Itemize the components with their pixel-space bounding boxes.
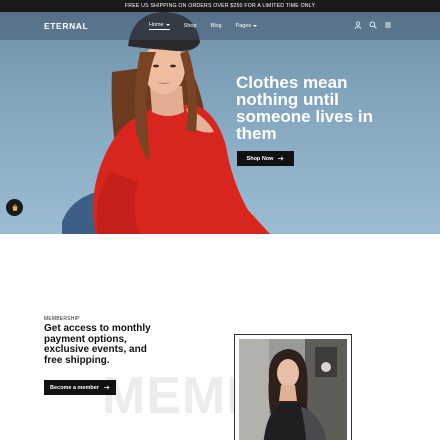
hero-headline: Clothes mean nothing until someone lives… xyxy=(236,73,373,143)
cart-button[interactable] xyxy=(6,199,23,216)
user-icon[interactable] xyxy=(354,21,362,29)
arrow-right-icon xyxy=(278,156,284,161)
hero-banner: ETERNAL Home Shop Blog Pages Clothes mea… xyxy=(0,12,440,234)
search-icon[interactable] xyxy=(369,21,377,29)
arrow-right-icon xyxy=(103,385,110,390)
membership-label: MEMBERSHIP xyxy=(44,316,80,322)
nav-item-shop[interactable]: Shop xyxy=(184,22,197,30)
menu-icon[interactable] xyxy=(384,21,392,29)
become-member-button[interactable]: Become a member xyxy=(44,380,116,395)
become-member-label: Become a member xyxy=(50,384,99,391)
announcement-bar: FREE US SHIPPING ON ORDERS OVER $250 FOR… xyxy=(0,0,440,12)
nav-item-label: Home xyxy=(149,22,164,28)
brand-logo[interactable]: ETERNAL xyxy=(44,21,88,31)
announcement-text: FREE US SHIPPING ON ORDERS OVER $250 FOR… xyxy=(124,3,316,9)
top-navigation: ETERNAL Home Shop Blog Pages xyxy=(0,12,440,40)
cart-icon xyxy=(12,203,17,211)
nav-item-home[interactable]: Home xyxy=(149,22,170,30)
chevron-down-icon xyxy=(165,24,170,26)
membership-photo-frame xyxy=(234,334,352,440)
nav-item-pages[interactable]: Pages xyxy=(236,22,258,30)
nav-icons xyxy=(354,21,392,29)
shop-now-label: Shop Now xyxy=(246,155,274,162)
shop-now-button[interactable]: Shop Now xyxy=(237,151,294,166)
nav-item-label: Shop xyxy=(183,23,197,29)
nav-item-label: Blog xyxy=(210,23,222,29)
membership-title: Get access to monthly payment options, e… xyxy=(44,323,151,366)
nav-links: Home Shop Blog Pages xyxy=(149,22,258,30)
nav-item-label: Pages xyxy=(235,23,252,29)
nav-item-blog[interactable]: Blog xyxy=(211,22,222,30)
membership-photo xyxy=(239,339,347,440)
chevron-down-icon xyxy=(253,25,258,27)
